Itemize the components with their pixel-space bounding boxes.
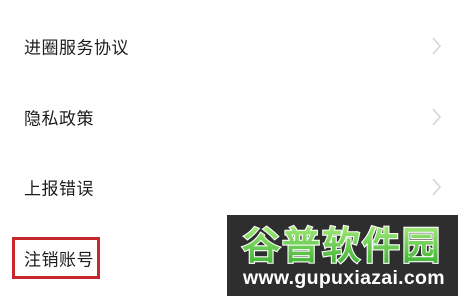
watermark-title: 谷普软件园	[242, 226, 442, 268]
menu-item-report-error[interactable]: 上报错误	[0, 157, 458, 217]
menu-item-privacy-policy[interactable]: 隐私政策	[0, 87, 458, 147]
chevron-right-icon	[432, 37, 442, 55]
chevron-right-icon	[432, 108, 442, 126]
watermark-logo: 谷普软件园	[241, 225, 442, 269]
menu-item-label: 隐私政策	[24, 109, 94, 130]
menu-item-service-agreement[interactable]: 进圈服务协议	[0, 16, 458, 76]
menu-item-label: 进圈服务协议	[24, 38, 129, 59]
menu-item-label: 注销账号	[24, 250, 94, 271]
watermark-url: www.gupuxiazai.com	[243, 267, 445, 289]
watermark: 谷普软件园 www.gupuxiazai.com	[227, 215, 458, 296]
menu-item-label: 上报错误	[24, 179, 94, 200]
chevron-right-icon	[432, 178, 442, 196]
